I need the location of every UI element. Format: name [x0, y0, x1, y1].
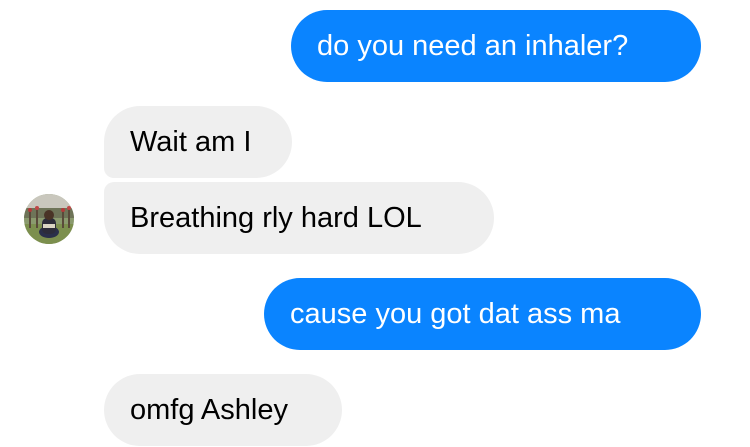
message-bubble-received[interactable]: Breathing rly hard LOL	[104, 182, 494, 254]
message-text: Breathing rly hard LOL	[130, 202, 422, 234]
message-text: cause you got dat ass ma	[290, 298, 621, 330]
message-text: Wait am I	[130, 126, 252, 158]
message-bubble-received[interactable]: omfg Ashley	[104, 374, 342, 446]
message-bubble-sent[interactable]: do you need an inhaler?	[291, 10, 701, 82]
message-text: do you need an inhaler?	[317, 30, 629, 62]
message-text: omfg Ashley	[130, 394, 288, 426]
message-bubble-sent[interactable]: cause you got dat ass ma	[264, 278, 701, 350]
contact-avatar[interactable]	[24, 194, 74, 244]
message-bubble-received[interactable]: Wait am I	[104, 106, 292, 178]
contact-avatar-photo-icon	[24, 194, 74, 244]
